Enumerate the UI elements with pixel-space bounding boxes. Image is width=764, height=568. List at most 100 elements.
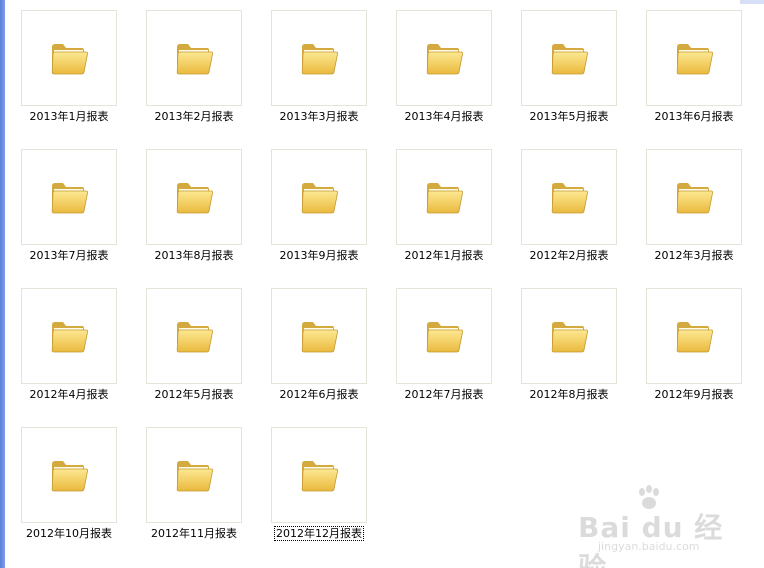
folder-item[interactable]: 2012年10月报表: [21, 427, 117, 566]
folder-icon: [301, 44, 338, 75]
folder-thumbnail[interactable]: [271, 10, 367, 106]
folder-thumbnail[interactable]: [396, 149, 492, 245]
folder-label-text: 2013年2月报表: [154, 110, 234, 123]
folder-label-text: 2012年7月报表: [404, 388, 484, 401]
folder-thumbnail[interactable]: [146, 288, 242, 384]
folder-item[interactable]: 2013年3月报表: [271, 10, 367, 149]
folder-label-text: 2012年2月报表: [529, 249, 609, 262]
folder-thumbnail[interactable]: [146, 10, 242, 106]
folder-item[interactable]: 2012年5月报表: [146, 288, 242, 427]
folder-icon: [426, 44, 463, 75]
folder-item[interactable]: 2012年4月报表: [21, 288, 117, 427]
folder-icon: [551, 44, 588, 75]
folder-item[interactable]: 2012年3月报表: [646, 149, 742, 288]
folder-icon: [176, 461, 213, 492]
watermark: Bai du 经验 jingyan.baidu.com: [564, 484, 724, 568]
folder-thumbnail[interactable]: [646, 10, 742, 106]
folder-label-text: 2012年1月报表: [404, 249, 484, 262]
folder-label-text: 2013年7月报表: [29, 249, 109, 262]
folder-thumbnail[interactable]: [146, 427, 242, 523]
folder-label: 2013年9月报表: [271, 249, 367, 263]
folder-icon: [176, 183, 213, 214]
folder-label: 2012年9月报表: [646, 388, 742, 402]
folder-thumbnail[interactable]: [521, 10, 617, 106]
folder-item[interactable]: 2013年6月报表: [646, 10, 742, 149]
folder-label: 2012年4月报表: [21, 388, 117, 402]
folder-label-text: 2012年6月报表: [279, 388, 359, 401]
folder-label: 2012年12月报表: [271, 526, 367, 541]
folder-thumbnail[interactable]: [396, 288, 492, 384]
folder-icon: [676, 322, 713, 353]
folder-thumbnail[interactable]: [21, 427, 117, 523]
folder-thumbnail[interactable]: [271, 288, 367, 384]
folder-label: 2013年3月报表: [271, 110, 367, 124]
folder-item[interactable]: 2012年9月报表: [646, 288, 742, 427]
folder-label: 2012年5月报表: [146, 388, 242, 402]
folder-label: 2013年6月报表: [646, 110, 742, 124]
folder-icon: [176, 322, 213, 353]
folder-grid: 2013年1月报表 2013年2月报表 2013年3月报表 2013年4月报表 …: [21, 10, 742, 566]
folder-item[interactable]: 2012年1月报表: [396, 149, 492, 288]
folder-icon: [51, 44, 88, 75]
folder-icon: [301, 461, 338, 492]
folder-label-text: 2012年8月报表: [529, 388, 609, 401]
folder-label: 2012年8月报表: [521, 388, 617, 402]
folder-icon: [51, 461, 88, 492]
folder-icon: [551, 183, 588, 214]
folder-item[interactable]: 2013年2月报表: [146, 10, 242, 149]
folder-thumbnail[interactable]: [396, 10, 492, 106]
folder-icon: [551, 322, 588, 353]
folder-thumbnail[interactable]: [21, 10, 117, 106]
folder-item[interactable]: 2012年2月报表: [521, 149, 617, 288]
watermark-url: jingyan.baidu.com: [598, 540, 700, 553]
folder-label: 2013年1月报表: [21, 110, 117, 124]
folder-label-text: 2013年5月报表: [529, 110, 609, 123]
folder-label: 2013年7月报表: [21, 249, 117, 263]
folder-label-text: 2012年3月报表: [654, 249, 734, 262]
folder-label: 2012年2月报表: [521, 249, 617, 263]
folder-thumbnail[interactable]: [21, 149, 117, 245]
folder-item[interactable]: 2012年11月报表: [146, 427, 242, 566]
folder-label-text: 2013年4月报表: [404, 110, 484, 123]
folder-thumbnail[interactable]: [21, 288, 117, 384]
folder-thumbnail[interactable]: [521, 288, 617, 384]
folder-item[interactable]: 2012年6月报表: [271, 288, 367, 427]
scrollbar-top[interactable]: [740, 0, 764, 4]
file-explorer-window: 2013年1月报表 2013年2月报表 2013年3月报表 2013年4月报表 …: [0, 0, 764, 568]
folder-item[interactable]: 2013年5月报表: [521, 10, 617, 149]
folder-item[interactable]: 2012年8月报表: [521, 288, 617, 427]
folder-label-text: 2013年8月报表: [154, 249, 234, 262]
folder-thumbnail[interactable]: [271, 149, 367, 245]
folder-icon: [176, 44, 213, 75]
folder-label-text: 2012年9月报表: [654, 388, 734, 401]
folder-thumbnail[interactable]: [646, 288, 742, 384]
window-left-border: [0, 0, 5, 568]
folder-icon: [676, 44, 713, 75]
folder-item[interactable]: 2013年4月报表: [396, 10, 492, 149]
folder-icon: [426, 322, 463, 353]
folder-label: 2012年3月报表: [646, 249, 742, 263]
folder-label: 2013年2月报表: [146, 110, 242, 124]
folder-icon: [676, 183, 713, 214]
folder-thumbnail[interactable]: [521, 149, 617, 245]
folder-item[interactable]: 2013年9月报表: [271, 149, 367, 288]
folder-thumbnail[interactable]: [271, 427, 367, 523]
folder-item[interactable]: 2012年12月报表: [271, 427, 367, 566]
folder-label-text: 2013年9月报表: [279, 249, 359, 262]
folder-item[interactable]: 2012年7月报表: [396, 288, 492, 427]
folder-item[interactable]: 2013年1月报表: [21, 10, 117, 149]
folder-thumbnail[interactable]: [146, 149, 242, 245]
folder-label: 2012年7月报表: [396, 388, 492, 402]
folder-thumbnail[interactable]: [646, 149, 742, 245]
folder-item[interactable]: 2013年8月报表: [146, 149, 242, 288]
folder-label: 2012年10月报表: [21, 527, 117, 541]
folder-label: 2013年4月报表: [396, 110, 492, 124]
folder-label: 2012年11月报表: [146, 527, 242, 541]
folder-label-text: 2012年12月报表: [274, 526, 364, 541]
folder-label-text: 2012年4月报表: [29, 388, 109, 401]
folder-icon: [51, 183, 88, 214]
folder-item[interactable]: 2013年7月报表: [21, 149, 117, 288]
folder-icon: [301, 322, 338, 353]
folder-icon: [426, 183, 463, 214]
folder-label-text: 2012年5月报表: [154, 388, 234, 401]
